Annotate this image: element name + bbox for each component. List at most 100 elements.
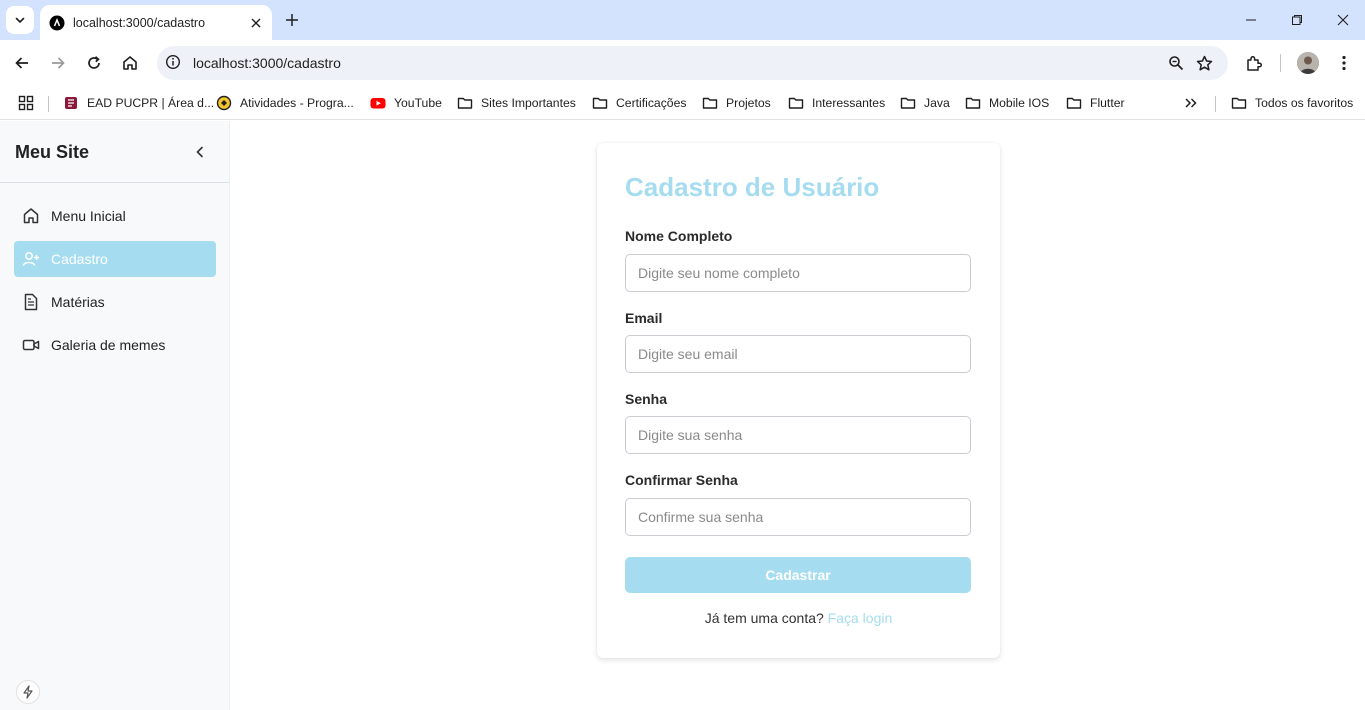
- login-prompt-text: Já tem uma conta?: [704, 610, 824, 626]
- site-info-icon[interactable]: [165, 54, 183, 72]
- bookmark-folder[interactable]: Java: [900, 91, 950, 115]
- bookmark-item[interactable]: Atividades - Progra...: [216, 91, 354, 115]
- url-text[interactable]: localhost:3000/cadastro: [193, 55, 1162, 71]
- bookmark-label: Projetos: [726, 96, 771, 110]
- folder-icon: [702, 95, 718, 111]
- confirm-password-input[interactable]: [625, 498, 971, 536]
- toolbar-separator: [1280, 54, 1281, 72]
- tab-search-button[interactable]: [6, 6, 34, 34]
- zoom-icon[interactable]: [1162, 49, 1190, 77]
- puzzle-icon: [1247, 55, 1263, 71]
- tab-title: localhost:3000/cadastro: [73, 15, 206, 30]
- password-input[interactable]: [625, 416, 971, 454]
- sidebar-item-label: Matérias: [51, 294, 105, 310]
- bookmark-label: Atividades - Progra...: [240, 96, 354, 110]
- bookmark-folder[interactable]: Certificações: [592, 91, 686, 115]
- sidebar-item-materias[interactable]: Matérias: [14, 284, 216, 320]
- sidebar-title: Meu Site: [15, 142, 90, 162]
- double-chevron-right-icon: [1185, 98, 1197, 108]
- all-bookmarks-button[interactable]: Todos os favoritos: [1231, 91, 1353, 115]
- apps-button[interactable]: [18, 91, 34, 115]
- apps-grid-icon: [18, 95, 34, 111]
- home-icon: [123, 56, 137, 70]
- field-label-email: Email: [625, 310, 663, 326]
- sidebar-collapse-button[interactable]: [190, 142, 210, 162]
- lightning-bolt-icon: [23, 685, 33, 699]
- restore-window-button[interactable]: [1274, 0, 1320, 40]
- home-button[interactable]: [116, 49, 144, 77]
- signup-card: Cadastro de Usuário Nome Completo Email …: [597, 143, 1000, 658]
- sidebar-item-galeria-de-memes[interactable]: Galeria de memes: [14, 327, 216, 363]
- bookmarks-separator: [48, 96, 49, 112]
- sidebar-item-menu-inicial[interactable]: Menu Inicial: [14, 198, 216, 234]
- bookmark-folder[interactable]: Flutter: [1066, 91, 1125, 115]
- restore-icon: [1292, 15, 1302, 25]
- login-link[interactable]: Faça login: [828, 610, 893, 626]
- page-title: Cadastro de Usuário: [625, 172, 880, 202]
- atividades-favicon-icon: [216, 95, 232, 111]
- sidebar-header: Meu Site: [0, 121, 229, 183]
- youtube-icon: [370, 95, 386, 111]
- folder-icon: [457, 95, 473, 111]
- new-tab-button[interactable]: [280, 8, 304, 32]
- profile-button[interactable]: [1294, 49, 1322, 77]
- bookmark-label: Todos os favoritos: [1255, 96, 1354, 110]
- bookmark-item[interactable]: EAD PUCPR | Área d...: [63, 91, 214, 115]
- video-icon: [22, 336, 40, 354]
- bookmark-label: Certificações: [616, 96, 687, 110]
- bookmark-folder[interactable]: Interessantes: [788, 91, 885, 115]
- home-icon: [22, 207, 40, 225]
- address-bar[interactable]: localhost:3000/cadastro: [157, 46, 1228, 80]
- reload-button[interactable]: [80, 49, 108, 77]
- document-icon: [22, 293, 40, 311]
- bookmark-star-icon[interactable]: [1190, 49, 1218, 77]
- bookmarks-bar: EAD PUCPR | Área d... Atividades - Progr…: [0, 86, 1365, 120]
- sidebar-item-cadastro[interactable]: Cadastro: [14, 241, 216, 277]
- bookmark-label: Mobile IOS: [989, 96, 1050, 110]
- nextjs-favicon-icon: [49, 15, 65, 31]
- bookmark-label: Sites Importantes: [481, 96, 576, 110]
- field-label-senha: Senha: [625, 391, 668, 407]
- folder-icon: [1231, 95, 1247, 111]
- close-window-button[interactable]: [1320, 0, 1365, 40]
- email-input[interactable]: [625, 335, 971, 373]
- kebab-menu-icon: [1342, 55, 1346, 71]
- sidebar-item-label: Galeria de memes: [51, 337, 166, 353]
- back-button[interactable]: [8, 49, 36, 77]
- arrow-right-icon: [52, 57, 65, 69]
- chevron-left-icon: [196, 146, 203, 158]
- tab-close-icon[interactable]: [248, 15, 264, 31]
- bookmark-label: Flutter: [1090, 96, 1125, 110]
- dev-tools-button[interactable]: [16, 680, 40, 704]
- folder-icon: [1066, 95, 1082, 111]
- folder-icon: [900, 95, 916, 111]
- browser-tab-active[interactable]: localhost:3000/cadastro: [40, 5, 272, 40]
- folder-icon: [592, 95, 608, 111]
- field-label-confirmar-senha: Confirmar Senha: [625, 472, 738, 488]
- bookmark-label: EAD PUCPR | Área d...: [87, 96, 215, 110]
- full-name-input[interactable]: [625, 254, 971, 292]
- forward-button[interactable]: [44, 49, 72, 77]
- login-prompt: Já tem uma conta? Faça login: [597, 610, 1000, 626]
- folder-icon: [965, 95, 981, 111]
- bookmark-folder[interactable]: Mobile IOS: [965, 91, 1049, 115]
- bookmark-label: Interessantes: [812, 96, 886, 110]
- reload-icon: [88, 56, 100, 69]
- field-label-nome-completo: Nome Completo: [625, 228, 733, 244]
- browser-tabstrip: localhost:3000/cadastro: [0, 0, 1365, 40]
- more-bookmarks-button[interactable]: [1183, 91, 1199, 115]
- close-icon: [1337, 14, 1349, 26]
- sidebar-item-label: Menu Inicial: [51, 208, 126, 224]
- browser-menu-button[interactable]: [1330, 49, 1358, 77]
- minimize-window-button[interactable]: [1228, 0, 1274, 40]
- extensions-button[interactable]: [1240, 49, 1268, 77]
- bookmark-label: YouTube: [394, 96, 442, 110]
- bookmark-item[interactable]: YouTube: [370, 91, 442, 115]
- pucpr-favicon-icon: [63, 95, 79, 111]
- user-plus-icon: [22, 250, 40, 268]
- cadastrar-button[interactable]: Cadastrar: [625, 557, 971, 593]
- minimize-icon: [1246, 19, 1256, 21]
- bookmark-folder[interactable]: Projetos: [702, 91, 771, 115]
- sidebar: Meu Site Menu Inicial Cadastro Matérias …: [0, 121, 230, 710]
- bookmark-folder[interactable]: Sites Importantes: [457, 91, 576, 115]
